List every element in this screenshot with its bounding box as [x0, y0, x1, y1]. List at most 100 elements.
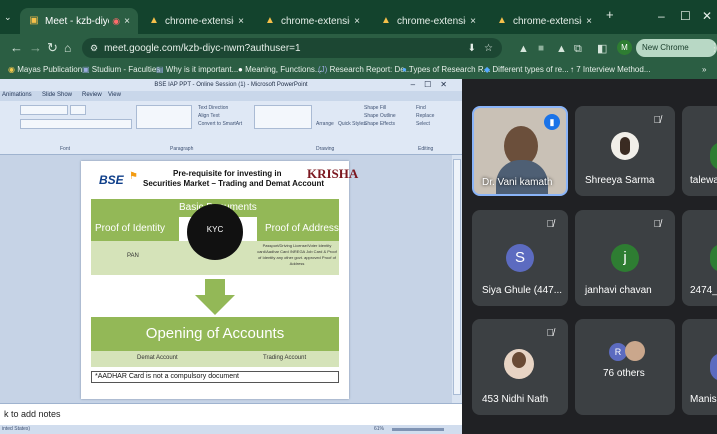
tab-close-icon[interactable]: × — [124, 16, 130, 27]
participant-avatar-figure — [512, 352, 526, 368]
quick-styles-label: Quick Styles — [338, 121, 366, 127]
address-detail-text: Passport/Driving License/Voter Identity … — [257, 243, 337, 266]
bookmark-item[interactable]: ◉ Mayas Publication — [8, 65, 82, 74]
forward-icon[interactable]: → — [29, 40, 42, 56]
meet-favicon-icon: ▣ — [29, 15, 39, 26]
krisha-logo: KRISHA — [307, 166, 359, 181]
maximize-button[interactable]: ☐ — [680, 9, 691, 23]
tab-extension-4[interactable]: ▲ chrome-extension://appcm × — [488, 8, 600, 34]
participant-avatar — [611, 132, 639, 160]
muted-mic-icon: 🎙̸ — [546, 328, 555, 339]
font-format-buttons — [20, 119, 132, 129]
tab-extension-3[interactable]: ▲ chrome-extension://appcm × — [372, 8, 484, 34]
bookmark-label: Different types of re... — [492, 65, 569, 74]
shape-effects-label: Shape Effects — [364, 121, 396, 127]
participant-tile[interactable]: 🎙̸ Shreeya Sarma — [575, 106, 675, 196]
kyc-circle: KYC — [187, 204, 243, 260]
extension-favicon-icon: ▲ — [149, 15, 159, 26]
demat-account-label: Demat Account — [137, 355, 178, 361]
participant-avatar: j — [611, 244, 639, 272]
participant-avatar — [504, 349, 534, 379]
replace-label: Replace — [416, 113, 435, 119]
bookmark-favicon-icon: ◉ — [8, 65, 15, 74]
tab-extension-1[interactable]: ▲ chrome-extension://appcm × — [140, 8, 252, 34]
slide-editor-area: BSE ⚑ Pre-requisite for investing in Sec… — [0, 155, 452, 403]
download-icon[interactable]: ⬇ — [468, 43, 476, 54]
extension-icon[interactable]: ▲ — [556, 41, 567, 57]
bookmark-star-icon[interactable]: ☆ — [484, 43, 493, 54]
participant-name: 2474_ — [690, 285, 717, 296]
new-tab-button[interactable]: + — [606, 7, 614, 22]
participant-tile[interactable]: 🎙̸ S Siya Ghule (447... — [472, 210, 568, 306]
participant-avatar — [625, 341, 645, 361]
extension-favicon-icon: ▲ — [381, 15, 391, 26]
tab-close-icon[interactable]: × — [238, 16, 244, 27]
back-icon[interactable]: ← — [10, 40, 23, 56]
tab-search-dropdown-icon[interactable]: ⌄ — [4, 12, 12, 23]
extension-icon[interactable]: ■ — [538, 41, 544, 57]
participant-tile[interactable]: talewa — [682, 106, 717, 196]
participant-tile[interactable]: 🎙̸ j janhavi chavan — [575, 210, 675, 306]
bookmark-item[interactable]: ▤ Why is it important... — [156, 65, 238, 74]
bookmark-label: 7 Interview Method... — [576, 65, 651, 74]
scrollbar-thumb[interactable] — [453, 159, 461, 395]
address-bar[interactable]: ⚙ meet.google.com/kzb-diyc-nwm?authuser=… — [82, 38, 502, 58]
others-tile[interactable]: R 76 others — [575, 319, 675, 415]
participant-tile[interactable]: Manis — [682, 319, 717, 415]
bookmark-item[interactable]: ◆ Different types of re... — [484, 65, 569, 74]
extensions-puzzle-icon[interactable]: ⧉ — [574, 41, 582, 57]
bookmark-label: Why is it important... — [165, 65, 239, 74]
close-window-button[interactable]: ✕ — [702, 9, 712, 23]
tab-extension-2[interactable]: ▲ chrome-extension://appcm × — [256, 8, 368, 34]
bookmark-label: Mayas Publication — [17, 65, 83, 74]
chrome-menu-icon[interactable]: ⋮ — [709, 40, 717, 56]
bookmark-item[interactable]: ▣ Studium - Faculties — [82, 65, 160, 74]
ppt-status-bar: inted States) 61% — [0, 425, 462, 434]
participant-avatar-figure — [620, 137, 630, 155]
tab-close-icon[interactable]: × — [586, 16, 592, 27]
kyc-label: KYC — [206, 225, 224, 234]
side-panel-icon[interactable]: ◧ — [597, 41, 607, 57]
bookmark-item[interactable]: ↑ 7 Interview Method... — [570, 65, 651, 74]
align-text-label: Align Text — [198, 113, 220, 119]
muted-mic-icon: 🎙̸ — [653, 115, 662, 126]
participant-avatar — [710, 353, 717, 381]
ppt-window-controls: –☐✕ — [410, 80, 456, 89]
url-text: meet.google.com/kzb-diyc-nwm?authuser=1 — [104, 42, 301, 54]
zoom-slider[interactable] — [392, 428, 444, 431]
new-chrome-available-button[interactable]: New Chrome available — [636, 39, 717, 70]
speaking-indicator-icon: ▮ — [544, 114, 560, 130]
pan-label: PAN — [127, 253, 139, 259]
participant-tile[interactable]: 🎙̸ 453 Nidhi Nath — [472, 319, 568, 415]
tab-title: chrome-extension://appcm — [397, 15, 466, 27]
bookmark-item[interactable]: (J) Research Report: De... — [318, 65, 411, 74]
participant-avatar — [710, 244, 717, 272]
paragraph-buttons — [136, 105, 192, 129]
reload-icon[interactable]: ↻ — [47, 40, 58, 56]
bookmark-favicon-icon: ● — [402, 65, 407, 74]
trading-account-label: Trading Account — [263, 355, 307, 361]
tab-close-icon[interactable]: × — [470, 16, 476, 27]
site-info-icon[interactable]: ⚙ — [90, 43, 98, 54]
arrange-label: Arrange — [316, 121, 334, 127]
participant-tile-speaking[interactable]: ▮ Dr. Vani kamath — [472, 106, 568, 196]
bookmark-favicon-icon: ↑ — [570, 65, 574, 74]
home-icon[interactable]: ⌂ — [64, 40, 71, 56]
extension-icon[interactable]: ▲ — [518, 41, 529, 57]
bookmark-item[interactable]: ● Types of Research R... — [402, 65, 490, 74]
more-bookmarks-button[interactable]: » — [702, 65, 706, 74]
bookmark-label: Studium - Faculties — [91, 65, 161, 74]
participant-name: 453 Nidhi Nath — [482, 394, 549, 405]
tab-meet[interactable]: ▣ Meet - kzb-diyc-nwm ◉ × — [20, 8, 138, 34]
bookmark-label: Research Report: De... — [329, 65, 412, 74]
slide-notes-pane[interactable]: k to add notes — [0, 403, 462, 425]
minimize-button[interactable]: – — [658, 9, 665, 23]
bookmark-favicon-icon: (J) — [318, 65, 328, 74]
tab-close-icon[interactable]: × — [354, 16, 360, 27]
bookmark-item[interactable]: ● Meaning, Functions... — [238, 65, 322, 74]
meet-stage: BSE IAP PPT - Online Session (1) - Micro… — [0, 79, 717, 434]
profile-avatar[interactable]: M — [617, 40, 632, 55]
ppt-window-title: BSE IAP PPT - Online Session (1) - Micro… — [154, 82, 308, 88]
slide-scrollbar[interactable] — [452, 155, 462, 403]
participant-tile[interactable]: 2474_ — [682, 210, 717, 306]
